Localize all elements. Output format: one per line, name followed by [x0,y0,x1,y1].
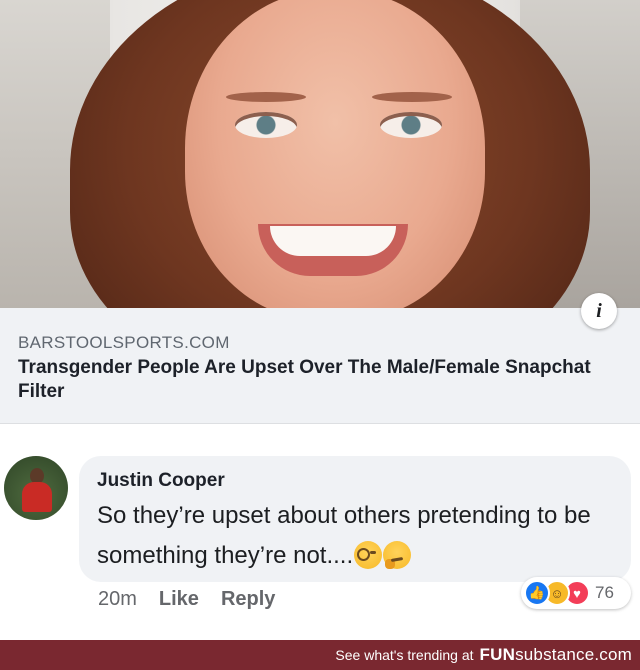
comment-timestamp[interactable]: 20m [98,588,137,611]
teeth [270,226,396,256]
comment-body: So they’re upset about others pretending… [97,502,591,569]
watermark-footer[interactable]: See what's trending at FUNsubstance.com [0,640,640,670]
footer-brand: FUNsubstance.com [480,645,632,665]
link-title[interactable]: Transgender People Are Upset Over The Ma… [18,356,608,404]
reaction-count: 76 [595,583,614,602]
link-preview-card[interactable]: BARSTOOLSPORTS.COM Transgender People Ar… [0,308,640,424]
info-icon[interactable]: i [581,293,617,329]
reaction-summary[interactable]: 👍 ☺ ♥ 76 [521,577,631,609]
link-domain: BARSTOOLSPORTS.COM [18,333,230,352]
comment-actions: 20m Like Reply [98,588,275,611]
reply-button[interactable]: Reply [221,588,275,611]
thinking-face-icon [383,541,412,569]
eyebrow [372,92,452,102]
footer-tagline: See what's trending at [335,647,474,663]
like-button[interactable]: Like [159,588,199,611]
avatar-shirt [22,482,52,512]
avatar[interactable] [4,456,68,520]
footer-brand-light: substance [515,645,595,664]
comment-text: So they’re upset about others pretending… [97,496,622,576]
eyebrow [226,92,306,102]
footer-brand-suffix: .com [594,645,632,664]
comment-author[interactable]: Justin Cooper [97,470,225,492]
eye [235,112,297,138]
eye [380,112,442,138]
like-icon: 👍 [524,580,550,606]
link-preview-image[interactable] [0,0,640,308]
comment-bubble: Justin Cooper So they’re upset about oth… [79,456,631,582]
footer-brand-bold: FUN [479,645,516,664]
face-with-monocle-icon [354,541,383,569]
